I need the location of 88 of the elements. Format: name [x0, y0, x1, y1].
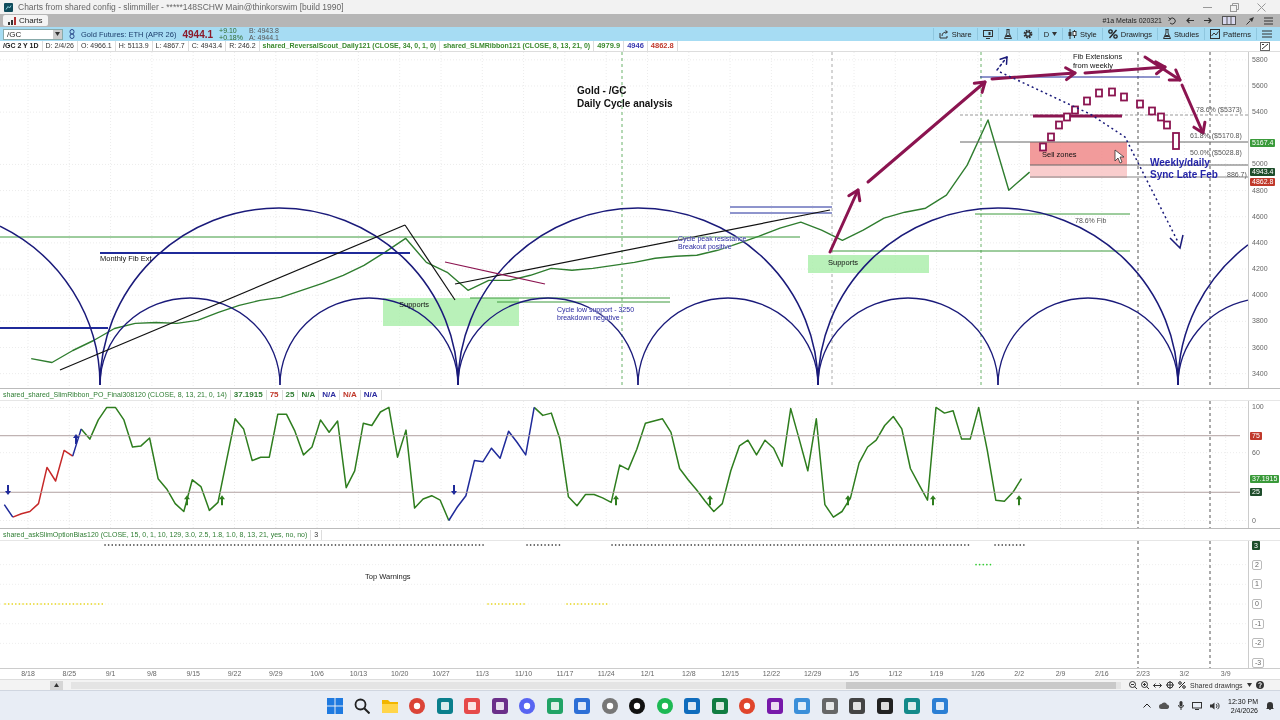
- round-app-icon[interactable]: [629, 697, 645, 714]
- projected-bar: [1095, 88, 1103, 98]
- app-tile-icon[interactable]: [766, 697, 783, 714]
- caret-icon: [1246, 683, 1252, 687]
- study-value: N/A: [360, 389, 382, 400]
- zoom-in-icon[interactable]: [1141, 681, 1149, 689]
- menu-icon: [1262, 30, 1272, 38]
- microphone-icon[interactable]: [1178, 701, 1185, 710]
- down-arrow-icon: [451, 485, 457, 495]
- chart-tab[interactable]: Charts: [3, 15, 48, 26]
- up-arrow-icon: [930, 495, 936, 506]
- caret-icon: [1052, 32, 1058, 36]
- collapse-button[interactable]: [50, 680, 63, 690]
- app-logo-icon: [4, 2, 13, 12]
- app-tile-icon[interactable]: [464, 697, 480, 714]
- window-title: Charts from shared config - slimmiller - *****148SCHW Main@thinkorswim [build 1990]: [18, 2, 344, 12]
- study-value: N/A: [319, 389, 341, 400]
- percent-icon[interactable]: [1178, 681, 1186, 689]
- windows-logo-icon[interactable]: [326, 697, 343, 714]
- cursor-icon: [1114, 149, 1125, 164]
- app-tile-icon[interactable]: [684, 697, 700, 714]
- app-tile-icon[interactable]: [546, 697, 563, 714]
- pattern-chart-icon: [1210, 29, 1221, 39]
- app-tile-icon[interactable]: [491, 697, 508, 714]
- fit-width-icon[interactable]: [1153, 681, 1162, 689]
- app-tile-icon[interactable]: [821, 697, 838, 714]
- zoom-out-icon[interactable]: [1129, 681, 1137, 689]
- projected-bar: [1108, 87, 1116, 97]
- app-tile-icon[interactable]: [904, 697, 920, 714]
- symbol-field[interactable]: /GC: [3, 28, 63, 40]
- right-arrow-icon[interactable]: [1204, 17, 1212, 24]
- up-arrow-icon: [184, 495, 190, 506]
- crosshair-icon[interactable]: [1166, 681, 1174, 689]
- bar-chart-icon: [8, 16, 16, 25]
- layout-grid-icon[interactable]: [1222, 16, 1236, 25]
- projected-bar: [1136, 99, 1144, 109]
- flask-icon: [1163, 29, 1172, 39]
- last-price: 4944.1: [182, 28, 214, 40]
- app-tile-icon[interactable]: [849, 697, 865, 714]
- restore-icon[interactable]: [1230, 2, 1239, 12]
- study-value: N/A: [298, 389, 320, 400]
- share-icon: [938, 29, 949, 39]
- chart-title: Gold - /GC Daily Cycle analysis: [577, 83, 673, 110]
- speaker-icon[interactable]: [1210, 701, 1221, 710]
- up-arrow-icon: [1016, 495, 1022, 506]
- bell-icon[interactable]: [1266, 701, 1274, 710]
- monitor-icon: [982, 29, 993, 39]
- app-tile-icon[interactable]: [711, 697, 728, 714]
- search-icon[interactable]: [354, 697, 370, 714]
- app-tile-icon[interactable]: [574, 697, 590, 714]
- app-tile-icon[interactable]: [931, 697, 948, 714]
- close-icon[interactable]: [1257, 2, 1266, 12]
- caret-icon: [55, 32, 60, 36]
- flask-icon: [1003, 29, 1012, 39]
- left-arrow-icon[interactable]: [1186, 17, 1194, 24]
- cloud-icon[interactable]: [1159, 702, 1171, 709]
- scrollbar[interactable]: [71, 681, 1121, 689]
- monitor-icon[interactable]: [1192, 701, 1203, 710]
- study-value: 37.1915: [230, 389, 267, 400]
- percent-icon: [1107, 29, 1118, 39]
- down-arrow-icon: [5, 485, 11, 495]
- caret-up-icon: [54, 683, 59, 687]
- arrow: [828, 188, 862, 254]
- app-tile-icon[interactable]: [794, 697, 810, 714]
- undo-icon[interactable]: [1168, 16, 1176, 25]
- pin-icon[interactable]: [1246, 16, 1254, 25]
- chevron-up-icon[interactable]: [1143, 703, 1152, 708]
- study-value: 75: [266, 389, 283, 400]
- app-tile-icon[interactable]: [436, 697, 453, 714]
- app-tile-icon[interactable]: [876, 697, 893, 714]
- projected-bar: [1172, 132, 1180, 150]
- study-value: N/A: [340, 389, 361, 400]
- candles-icon: [1068, 29, 1078, 39]
- projected-bar: [1083, 96, 1091, 106]
- forecast-note: Weekly/daily Sync Late Feb: [1150, 157, 1218, 181]
- up-arrow-icon: [219, 495, 225, 506]
- up-arrow-icon: [613, 495, 619, 506]
- projected-bar: [1120, 92, 1128, 102]
- up-arrow-icon: [73, 434, 79, 445]
- signal-dot-row: [975, 563, 993, 566]
- up-arrow-icon: [845, 495, 851, 506]
- help-icon[interactable]: [1255, 681, 1264, 689]
- link-icon[interactable]: [69, 29, 75, 39]
- up-arrow-icon: [707, 495, 713, 506]
- study-value: 25: [282, 389, 299, 400]
- resize-icon[interactable]: [1260, 41, 1270, 51]
- scrollbar-thumb[interactable]: [846, 681, 1116, 689]
- settings-icon: [1022, 29, 1033, 39]
